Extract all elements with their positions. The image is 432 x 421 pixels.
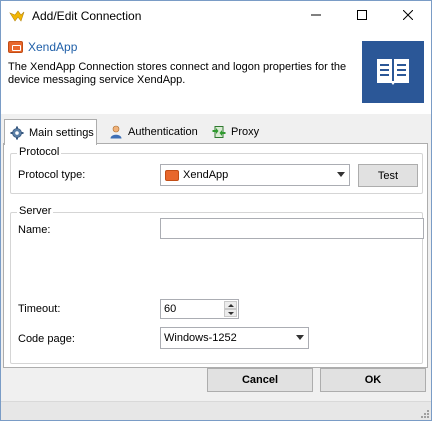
ok-button[interactable]: OK <box>320 368 426 392</box>
arrow-down-icon <box>227 311 234 315</box>
arrow-up-icon <box>227 303 234 307</box>
chevron-down-icon <box>296 335 304 340</box>
protocol-group: Protocol Protocol type: XendApp Test <box>10 146 423 194</box>
test-button[interactable]: Test <box>358 164 418 187</box>
name-input[interactable] <box>160 218 424 239</box>
status-strip <box>1 401 431 420</box>
tabs-area: Main settings Authentication Proxy Proto… <box>1 114 431 368</box>
code-page-value: Windows-1252 <box>164 332 237 344</box>
maximize-icon <box>357 10 367 23</box>
close-icon <box>402 9 414 23</box>
connection-header: XendApp The XendApp Connection stores co… <box>1 32 431 114</box>
server-group: Server Name: Timeout: 60 Code page: Wind… <box>10 205 424 364</box>
book-icon <box>375 56 411 89</box>
protocol-type-value: XendApp <box>183 169 229 181</box>
code-page-label: Code page: <box>18 333 75 345</box>
connection-description: The XendApp Connection stores connect an… <box>8 61 347 86</box>
tab-proxy-label: Proxy <box>231 126 260 138</box>
title-bar[interactable]: Add/Edit Connection <box>1 1 431 32</box>
xendapp-icon <box>8 41 23 53</box>
window-title: Add/Edit Connection <box>32 9 142 23</box>
close-button[interactable] <box>385 1 431 32</box>
code-page-select[interactable]: Windows-1252 <box>160 327 309 349</box>
protocol-group-label: Protocol <box>17 146 62 158</box>
connection-type-tile <box>362 41 424 103</box>
protocol-type-label: Protocol type: <box>18 169 86 181</box>
tab-proxy[interactable]: Proxy <box>211 121 271 143</box>
stepper-down-button[interactable] <box>224 309 237 317</box>
dialog-window: Add/Edit Connection XendApp The XendApp … <box>0 0 432 421</box>
maximize-button[interactable] <box>339 1 385 32</box>
connection-name: XendApp <box>28 40 78 54</box>
minimize-icon <box>311 10 321 23</box>
tab-authentication[interactable]: Authentication <box>108 121 203 143</box>
resize-grip-icon[interactable] <box>419 408 429 418</box>
user-icon <box>108 124 124 140</box>
app-logo-icon <box>9 10 25 23</box>
timeout-label: Timeout: <box>18 303 61 315</box>
timeout-value: 60 <box>164 303 177 315</box>
tab-page-main-settings: Protocol Protocol type: XendApp Test Ser… <box>3 143 428 368</box>
gear-icon <box>9 125 25 141</box>
server-group-label: Server <box>17 205 54 217</box>
proxy-icon <box>211 124 227 140</box>
xendapp-option-icon <box>165 169 179 181</box>
minimize-button[interactable] <box>293 1 339 32</box>
protocol-type-select[interactable]: XendApp <box>160 164 350 186</box>
tab-main-settings-label: Main settings <box>29 126 94 139</box>
stepper-up-button[interactable] <box>224 301 237 309</box>
tab-authentication-label: Authentication <box>128 126 198 138</box>
timeout-stepper[interactable]: 60 <box>160 299 239 319</box>
cancel-button[interactable]: Cancel <box>207 368 313 392</box>
chevron-down-icon <box>337 172 345 177</box>
name-label: Name: <box>18 224 51 236</box>
tab-main-settings[interactable]: Main settings <box>4 119 97 145</box>
